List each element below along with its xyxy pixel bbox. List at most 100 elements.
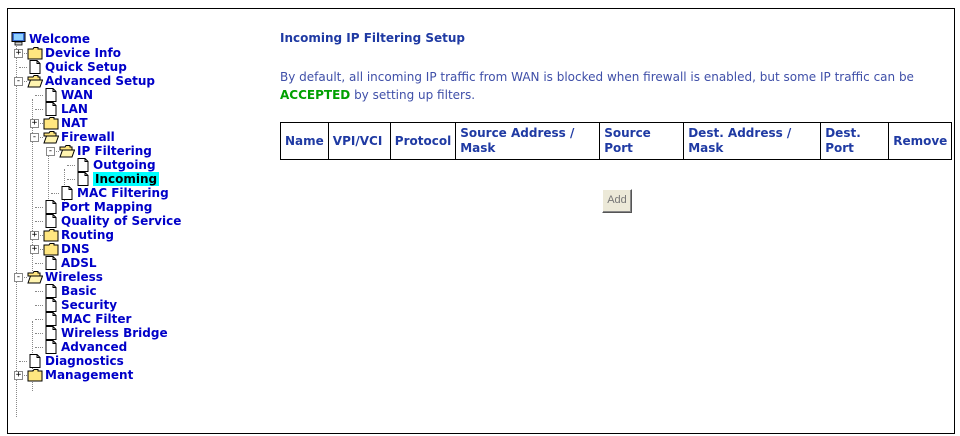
page-icon (43, 214, 59, 228)
description-text: By default, all incoming IP traffic from… (280, 70, 914, 84)
sidebar-item-device-info[interactable]: Device Info (27, 46, 121, 60)
folder-icon (27, 46, 43, 60)
page-icon (43, 284, 59, 298)
tree-line (35, 221, 43, 222)
sidebar-item-label: MAC Filtering (77, 186, 169, 200)
sidebar-item-label: IP Filtering (77, 144, 152, 158)
sidebar-item-label: Advanced (61, 340, 128, 354)
tree-line (19, 361, 27, 362)
sidebar-item-label: Quality of Service (61, 214, 182, 228)
main-content: Incoming IP Filtering Setup By default, … (280, 9, 956, 433)
page-icon (43, 326, 59, 340)
filter-table: Name VPI/VCI Protocol Source Address / M… (280, 122, 953, 160)
sidebar-item-label: Routing (61, 228, 115, 242)
sidebar-item-label: LAN (61, 102, 88, 116)
sidebar-item-nat[interactable]: NAT (43, 116, 88, 130)
sidebar-item-label: Management (45, 368, 134, 382)
sidebar-item-ip-filtering[interactable]: IP Filtering (59, 144, 152, 158)
sidebar-item-label: MAC Filter (61, 312, 132, 326)
tree-line (51, 193, 59, 194)
page-icon (43, 256, 59, 270)
sidebar-tree: Welcome + Device Info Quick Setup - Advanced… (8, 9, 268, 433)
tree-line (35, 305, 43, 306)
sidebar-item-quality-of-service[interactable]: Quality of Service (43, 214, 181, 228)
sidebar-item-lan[interactable]: LAN (43, 102, 88, 116)
sidebar-item-label: Incoming (93, 172, 160, 186)
collapse-icon[interactable]: - (14, 273, 23, 282)
column-header-protocol: Protocol (389, 122, 457, 160)
table-header-row: Name VPI/VCI Protocol Source Address / M… (280, 122, 953, 160)
expand-icon[interactable]: + (14, 371, 23, 380)
computer-icon (11, 32, 27, 46)
sidebar-item-label: Outgoing (93, 158, 156, 172)
sidebar-item-wireless-bridge[interactable]: Wireless Bridge (43, 326, 168, 340)
sidebar-item-quick-setup[interactable]: Quick Setup (27, 60, 127, 74)
expand-icon[interactable]: + (14, 49, 23, 58)
sidebar-item-adsl[interactable]: ADSL (43, 256, 97, 270)
expand-icon[interactable]: + (30, 231, 39, 240)
sidebar-item-welcome[interactable]: Welcome (11, 32, 90, 46)
page-icon (75, 158, 91, 172)
sidebar-item-label: NAT (61, 116, 88, 130)
expand-icon[interactable]: + (30, 245, 39, 254)
sidebar-item-label: Quick Setup (45, 60, 127, 74)
page-icon (43, 200, 59, 214)
folder-open-icon (27, 74, 44, 88)
sidebar-item-routing[interactable]: Routing (43, 228, 114, 242)
page-title: Incoming IP Filtering Setup (280, 31, 466, 45)
sidebar-item-label: Advanced Setup (45, 74, 156, 88)
sidebar-item-wireless[interactable]: Wireless (27, 270, 103, 284)
folder-open-icon (59, 144, 76, 158)
collapse-icon[interactable]: - (46, 147, 55, 156)
sidebar-item-label: Security (61, 298, 118, 312)
page-icon (43, 340, 59, 354)
sidebar-item-firewall[interactable]: Firewall (43, 130, 115, 144)
folder-icon (43, 116, 59, 130)
expand-icon[interactable]: + (30, 119, 39, 128)
page-icon (75, 172, 91, 186)
folder-icon (43, 242, 59, 256)
sidebar-item-port-mapping[interactable]: Port Mapping (43, 200, 152, 214)
tree-line (35, 319, 43, 320)
sidebar-item-label: Basic (61, 284, 97, 298)
sidebar-item-diagnostics[interactable]: Diagnostics (27, 354, 124, 368)
column-header-remove: Remove (888, 122, 953, 160)
sidebar-item-label: Wireless (45, 270, 103, 284)
sidebar-item-advanced-setup[interactable]: Advanced Setup (27, 74, 155, 88)
sidebar-item-security[interactable]: Security (43, 298, 117, 312)
sidebar-item-label: WAN (61, 88, 94, 102)
sidebar-item-dns[interactable]: DNS (43, 242, 90, 256)
sidebar-item-outgoing[interactable]: Outgoing (75, 158, 156, 172)
column-header-source-address: Source Address / Mask (455, 122, 601, 160)
sidebar-item-management[interactable]: Management (27, 368, 133, 382)
collapse-icon[interactable]: - (30, 133, 39, 142)
column-header-name: Name (280, 122, 329, 160)
folder-open-icon (43, 130, 60, 144)
sidebar-item-basic[interactable]: Basic (43, 284, 97, 298)
description-text-end: by setting up filters. (350, 88, 476, 102)
accepted-keyword: ACCEPTED (280, 88, 351, 102)
tree-line (35, 109, 43, 110)
page-icon (43, 298, 59, 312)
sidebar-item-label: Diagnostics (45, 354, 124, 368)
sidebar-item-label: ADSL (61, 256, 97, 270)
sidebar-item-incoming[interactable]: Incoming (75, 172, 160, 186)
tree-line (67, 179, 75, 180)
page-icon (27, 354, 43, 368)
page-description: By default, all incoming IP traffic from… (280, 68, 950, 104)
sidebar-item-mac-filter[interactable]: MAC Filter (43, 312, 131, 326)
tree-line (35, 207, 43, 208)
sidebar-item-label: Wireless Bridge (61, 326, 168, 340)
folder-icon (27, 368, 43, 382)
page-icon (59, 186, 75, 200)
sidebar-item-advanced[interactable]: Advanced (43, 340, 127, 354)
add-button[interactable]: Add (602, 189, 632, 213)
tree-line (35, 95, 43, 96)
page-icon (43, 88, 59, 102)
collapse-icon[interactable]: - (14, 77, 23, 86)
folder-icon (43, 228, 59, 242)
sidebar-item-label: Device Info (45, 46, 121, 60)
column-header-dest-port: Dest. Port (820, 122, 890, 160)
sidebar-item-wan[interactable]: WAN (43, 88, 93, 102)
sidebar-item-mac-filtering[interactable]: MAC Filtering (59, 186, 169, 200)
